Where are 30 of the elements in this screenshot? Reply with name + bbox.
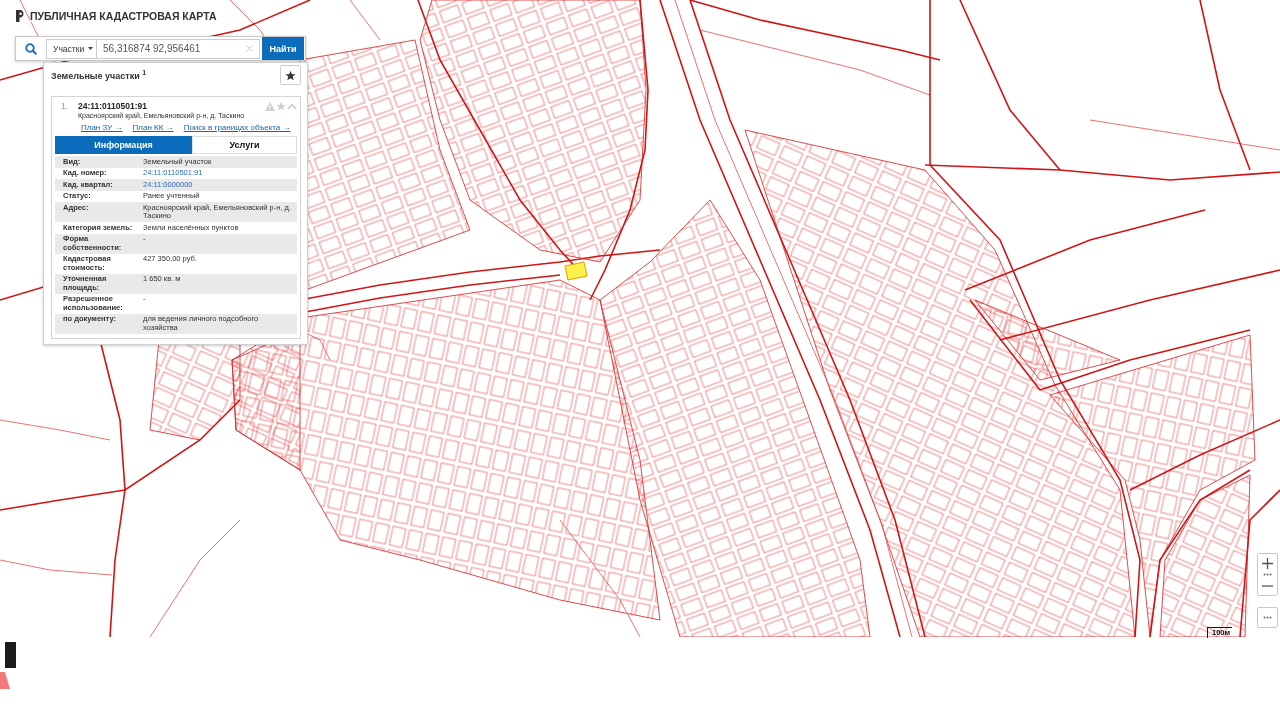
info-tab[interactable]: Информация [55, 136, 192, 154]
caret-icon [88, 47, 94, 50]
search-button[interactable]: Найти [262, 37, 304, 60]
map-fragment [0, 672, 10, 689]
result-link[interactable]: План КК → [132, 122, 174, 133]
result-link[interactable]: Поиск в границах объекта → [183, 122, 291, 133]
favorites-button[interactable] [280, 65, 301, 85]
zoom-in-button[interactable] [1258, 554, 1277, 572]
clear-icon[interactable] [246, 45, 253, 52]
search-icon[interactable] [25, 42, 37, 55]
selected-parcel[interactable] [564, 261, 588, 281]
dark-block [5, 642, 16, 668]
result-link[interactable]: План ЗУ → [81, 122, 123, 133]
cadastral-number[interactable]: 24:11:0110501:91 [78, 101, 147, 111]
chevron-up-icon[interactable] [287, 102, 297, 110]
search-field[interactable]: 56,316874 92,956461 [97, 38, 260, 59]
app-title: ПУБЛИЧНАЯ КАДАСТРОВАЯ КАРТА [30, 10, 217, 22]
minus-icon [1262, 585, 1273, 587]
result-number: 1. [61, 101, 70, 111]
warning-icon[interactable] [265, 101, 275, 111]
star-icon[interactable] [276, 101, 286, 111]
logo-icon [16, 10, 25, 22]
dots-icon [1263, 616, 1272, 619]
star-icon [285, 69, 296, 81]
more-button[interactable] [1257, 607, 1278, 628]
info-tab[interactable]: Услуги [192, 136, 297, 154]
plus-icon [1262, 557, 1273, 569]
category-dropdown[interactable]: Участки [46, 38, 97, 59]
dots-icon[interactable] [1263, 573, 1272, 576]
results-title: Земельные участки $^{1}$ [51, 69, 147, 81]
